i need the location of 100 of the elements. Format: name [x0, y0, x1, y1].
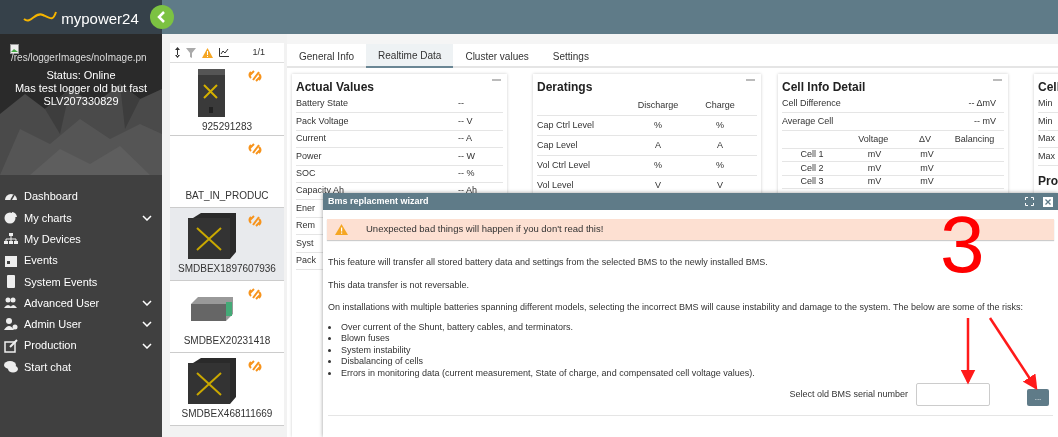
- device-item[interactable]: SMDBEX1897607936: [170, 208, 284, 281]
- unlink-icon: [248, 141, 262, 156]
- row-label: Cell 1: [799, 148, 825, 162]
- tab[interactable]: Settings: [540, 44, 601, 68]
- row-label: Current: [296, 132, 326, 146]
- row-value: -- V: [458, 114, 474, 128]
- field-label: Select old BMS serial number: [789, 387, 908, 401]
- unlink-icon: [248, 69, 262, 83]
- warning-text: Unexpected bad things will happen if you don't read this!: [366, 222, 604, 237]
- edit-icon: [4, 338, 18, 353]
- close-icon: [1045, 198, 1051, 205]
- row-label: Ener: [296, 201, 315, 215]
- battery-cube-icon: [187, 357, 237, 406]
- warning-icon: [335, 224, 348, 235]
- chart-icon: [219, 48, 229, 57]
- minimize-icon[interactable]: [492, 79, 501, 81]
- sidebar-item[interactable]: System Events: [0, 271, 162, 293]
- paragraph: This data transfer is not reversable.: [328, 278, 471, 292]
- sidebar-item[interactable]: Start chat: [0, 356, 162, 378]
- filter-icon: [186, 47, 196, 58]
- tab[interactable]: Cluster values: [453, 44, 541, 68]
- table-cell-text: %: [715, 158, 725, 172]
- sidebar-item[interactable]: Production: [0, 335, 162, 357]
- chevron-down-icon: [142, 321, 152, 328]
- column-header: ΔV: [918, 132, 933, 146]
- table-cell-text: mV: [866, 148, 883, 162]
- row-label: Cap Ctrl Level: [537, 118, 596, 132]
- broken-image-icon: [10, 44, 19, 54]
- table-cell-text: A: [716, 138, 724, 152]
- row-label: Cell 2: [799, 161, 825, 175]
- column-header: Voltage: [857, 132, 890, 146]
- minimize-icon[interactable]: [993, 79, 1002, 81]
- column-header: Charge: [704, 98, 736, 112]
- device-name: SMDBEX20231418: [183, 334, 271, 348]
- sidebar-item[interactable]: Advanced User: [0, 292, 162, 314]
- sidebar-item[interactable]: Dashboard: [0, 186, 162, 208]
- users-icon: [4, 296, 18, 311]
- phone-icon: [4, 274, 18, 289]
- close-button[interactable]: [1043, 196, 1053, 207]
- bullet-icon: [328, 360, 331, 364]
- browse-button[interactable]: ...: [1027, 389, 1049, 406]
- row-value: -- %: [458, 167, 476, 180]
- sidebar-item[interactable]: Events: [0, 249, 162, 272]
- table-cell-text: %: [715, 118, 725, 132]
- serial-number-field[interactable]: [916, 383, 990, 406]
- sort-icon: [175, 47, 180, 58]
- sidebar-item[interactable]: Admin User: [0, 313, 162, 336]
- battery-rack-icon: [190, 295, 234, 322]
- serial-text: SLV207330829: [43, 95, 119, 108]
- table-cell-text: %: [653, 158, 663, 172]
- tab[interactable]: Realtime Data: [366, 44, 454, 68]
- row-label: Pack Voltage: [296, 114, 349, 128]
- row-label: Vol Ctrl Level: [537, 158, 592, 172]
- table-cell-text: mV: [919, 175, 935, 188]
- table-cell-text: V: [716, 178, 724, 192]
- row-label: Cell Difference: [782, 97, 842, 111]
- sidebar-item[interactable]: My charts: [0, 207, 162, 229]
- row-value: -- Ah: [458, 184, 478, 198]
- sitemap-icon: [4, 232, 18, 247]
- list-item: Over current of the Shunt, battery cables, and terminators.: [341, 321, 574, 333]
- paragraph: On installations with multiple batteries spanning different models, selecting the incorrect BMS will cause instability and damage to the system. The below are some of the risks:: [328, 301, 1024, 314]
- table-cell-text: mV: [919, 148, 935, 162]
- battery-cube-icon: [187, 212, 237, 261]
- minimize-icon[interactable]: [746, 79, 755, 81]
- table-cell-text: V: [654, 178, 662, 192]
- list-item: Errors in monitoring data (current measurement, State of charge, and compensated cell voltage values).: [341, 367, 755, 379]
- row-label: Power: [296, 149, 322, 163]
- row-label: SOC: [296, 167, 316, 180]
- chevron-down-icon: [142, 342, 152, 349]
- table-cell-text: mV: [866, 161, 883, 175]
- unlink-icon: [248, 359, 262, 373]
- dialog-title: Bms replacment wizard: [328, 195, 430, 208]
- calendar-icon: [4, 253, 18, 268]
- panel-title: Deratings: [537, 79, 593, 96]
- row-label: Capacity Ah: [296, 184, 345, 198]
- panel-title: Actual Values: [296, 79, 375, 96]
- tab[interactable]: General Info: [287, 44, 367, 68]
- page-counter: 1/1: [252, 45, 265, 59]
- chevron-down-icon: [142, 214, 152, 221]
- list-item: Disbalancing of cells: [341, 356, 424, 368]
- fullscreen-icon: [1025, 197, 1034, 206]
- paragraph: This feature will transfer all stored battery data and settings from the selected BMS to the newly installed BMS.: [328, 256, 769, 269]
- status-text: Status: Online: [46, 69, 116, 82]
- row-label: Max: [1038, 132, 1055, 146]
- table-cell-text: mV: [866, 175, 883, 188]
- table-cell-text: A: [654, 138, 662, 152]
- row-value: -- A: [458, 132, 473, 146]
- section-title: Pro: [1038, 172, 1058, 190]
- pie-chart-icon: [4, 210, 18, 225]
- bullet-icon: [328, 348, 331, 352]
- row-value: -- W: [458, 149, 476, 163]
- table-cell-text: %: [653, 118, 663, 132]
- row-label: Min: [1038, 114, 1053, 128]
- logo-text: mypower24: [61, 8, 139, 29]
- user-shield-icon: [4, 317, 18, 332]
- sidebar-item[interactable]: My Devices: [0, 228, 162, 250]
- device-name: SMDBEX468111669: [181, 406, 273, 421]
- row-label: Syst: [296, 236, 314, 250]
- chat-icon: [4, 360, 18, 374]
- row-label: Vol Level: [537, 178, 575, 192]
